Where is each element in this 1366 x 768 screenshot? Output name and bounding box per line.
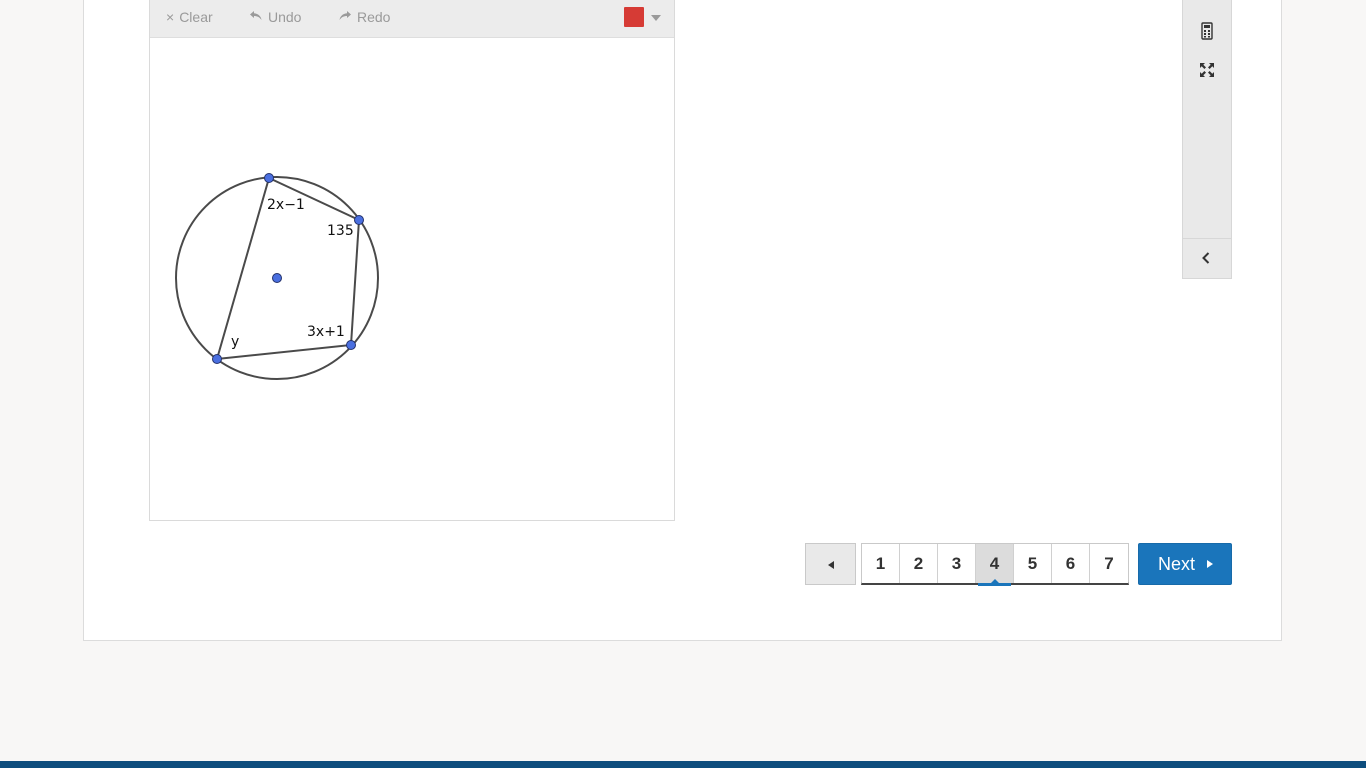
previous-button[interactable] [805, 543, 856, 585]
chevron-left-icon [1202, 252, 1210, 264]
inscribed-quadrilateral-figure: 2x−1 135 3x+1 y [175, 173, 379, 380]
next-button[interactable]: Next [1138, 543, 1232, 585]
calculator-icon [1201, 22, 1213, 40]
calculator-button[interactable] [1183, 12, 1231, 48]
triangle-left-icon [828, 561, 834, 569]
vertex-right-lower[interactable] [346, 340, 356, 350]
page-button-2[interactable]: 2 [900, 544, 938, 583]
page-button-5[interactable]: 5 [1014, 544, 1052, 583]
side-toolbar [1182, 0, 1232, 279]
drawing-panel[interactable]: × Clear Undo Redo 2x−1 135 3x+1 y [149, 0, 675, 521]
center-point[interactable] [272, 273, 282, 283]
footer-bar [0, 761, 1366, 768]
fullscreen-button[interactable] [1183, 52, 1231, 88]
triangle-right-icon [1207, 560, 1213, 568]
page-button-6[interactable]: 6 [1052, 544, 1090, 583]
angle-label-right-upper: 135 [327, 223, 354, 239]
next-label: Next [1158, 554, 1196, 574]
pagination: 1234567 [861, 543, 1129, 586]
vertex-top[interactable] [264, 173, 274, 183]
page-button-1[interactable]: 1 [862, 544, 900, 583]
collapse-button[interactable] [1183, 238, 1231, 279]
page-button-4[interactable]: 4 [976, 544, 1014, 586]
vertex-left-lower[interactable] [212, 354, 222, 364]
angle-label-top: 2x−1 [267, 197, 305, 213]
angle-label-right-lower: 3x+1 [307, 324, 345, 340]
page-button-3[interactable]: 3 [938, 544, 976, 583]
angle-label-left-lower: y [231, 334, 239, 350]
page-button-7[interactable]: 7 [1090, 544, 1128, 583]
fullscreen-icon [1200, 63, 1214, 77]
vertex-right-upper[interactable] [354, 215, 364, 225]
